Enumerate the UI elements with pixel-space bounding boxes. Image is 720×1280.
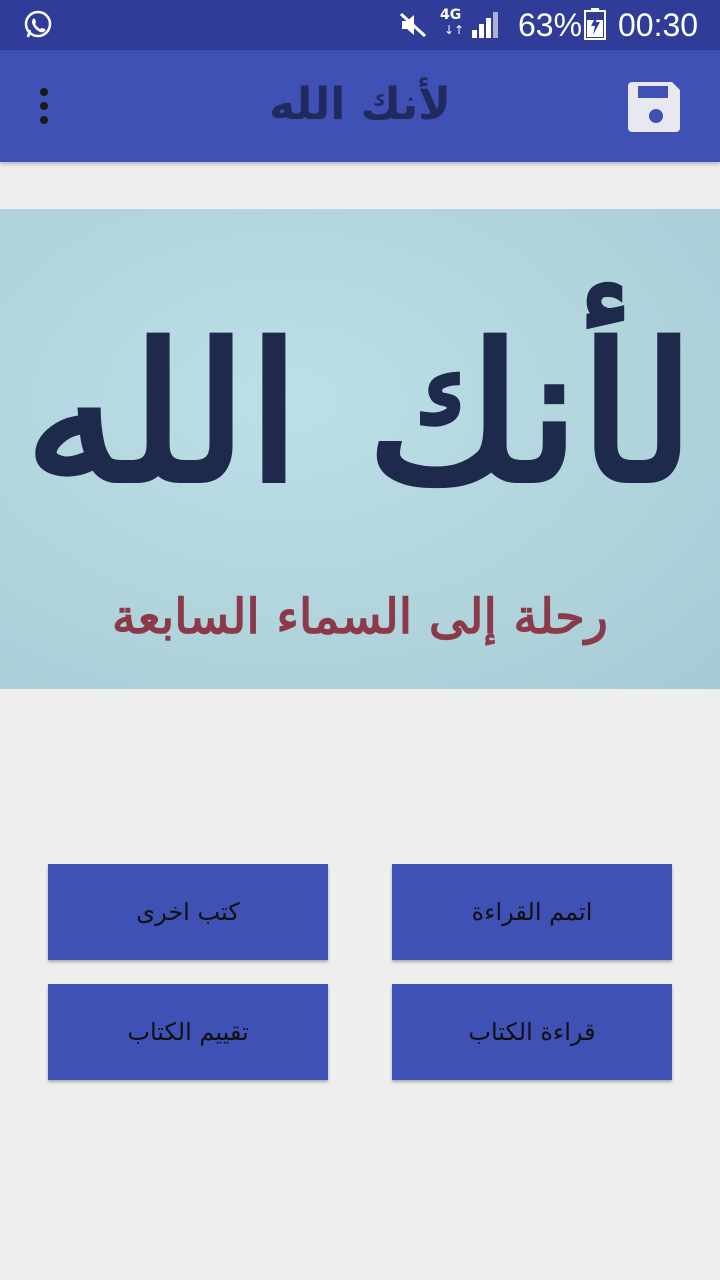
page-title: لأنك الله	[269, 79, 451, 130]
read-book-button[interactable]: قراءة الكتاب	[392, 984, 672, 1080]
cover-subtitle: رحلة إلى السماء السابعة	[112, 589, 608, 645]
rate-book-button[interactable]: تقييم الكتاب	[48, 984, 328, 1080]
battery-charging-icon	[584, 8, 606, 40]
app-bar: لأنك الله	[0, 50, 720, 162]
battery-percent: 63%	[518, 7, 583, 43]
whatsapp-icon	[24, 10, 52, 38]
network-activity: ↓↑	[444, 23, 465, 37]
other-books-button[interactable]: كتب اخرى	[48, 864, 328, 960]
cover-title: لأنك الله	[24, 302, 701, 525]
save-icon[interactable]	[628, 80, 684, 134]
mute-icon	[399, 12, 427, 38]
finish-reading-button[interactable]: اتمم القراءة	[392, 864, 672, 960]
book-cover-image: لأنك الله رحلة إلى السماء السابعة	[0, 209, 720, 689]
more-vert-icon[interactable]	[20, 80, 68, 132]
status-bar: 4G ↓↑ 63% 00:30	[0, 0, 720, 50]
clock: 00:30	[618, 7, 699, 43]
network-type: 4G	[440, 7, 462, 23]
signal-icon	[472, 12, 498, 38]
